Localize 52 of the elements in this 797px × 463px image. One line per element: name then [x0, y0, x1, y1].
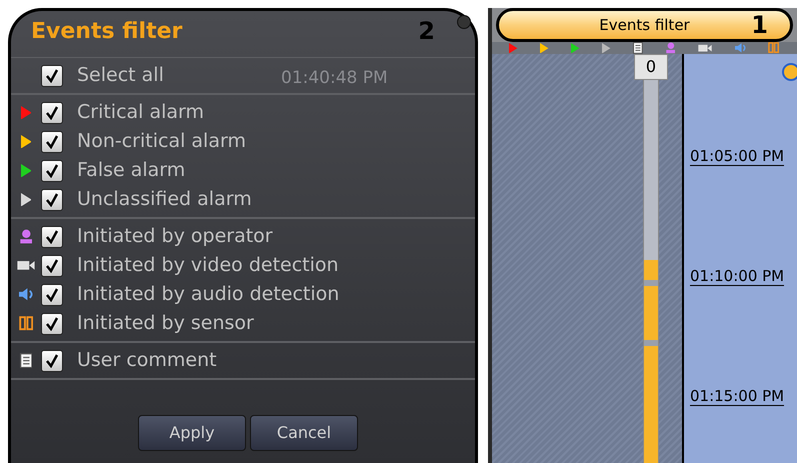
filter-label: Unclassified alarm [77, 187, 252, 212]
checkmark-icon [45, 316, 59, 330]
filter-label: False alarm [77, 158, 186, 184]
filter-label: Critical alarm [77, 100, 204, 126]
checkmark-icon [45, 288, 59, 302]
filter-label: Initiated by operator [77, 224, 273, 250]
callout-number: 2 [418, 16, 435, 47]
callout-number: 1 [751, 13, 768, 37]
checkbox[interactable] [41, 188, 63, 210]
checkbox[interactable] [41, 254, 63, 276]
checkbox[interactable] [41, 284, 63, 306]
speaker-icon [18, 288, 34, 301]
camera-icon [698, 44, 712, 52]
filter-label: Initiated by video detection [77, 253, 339, 278]
checkbox[interactable] [41, 350, 63, 372]
speaker-icon [734, 43, 746, 53]
checkbox[interactable] [41, 64, 63, 86]
time-label: 01:10:00 PM [690, 266, 784, 286]
sensor-icon [18, 316, 34, 331]
checkbox[interactable] [41, 312, 63, 334]
events-filter-button[interactable]: Events filter 1 [496, 8, 793, 42]
checkbox[interactable] [41, 226, 63, 248]
checkmark-icon [45, 106, 59, 120]
checkbox[interactable] [41, 130, 63, 152]
checkmark-icon [45, 230, 59, 244]
dialog-button[interactable]: Cancel [250, 415, 358, 451]
checkmark-icon [45, 354, 59, 368]
person-icon [20, 229, 32, 244]
close-icon[interactable] [457, 15, 471, 29]
counter-label: 0 [634, 54, 668, 80]
document-icon [633, 42, 644, 54]
camera-icon [17, 260, 35, 271]
checkmark-icon [45, 134, 59, 148]
checkmark-icon [45, 68, 59, 82]
person-icon [666, 42, 676, 54]
checkmark-icon [45, 192, 59, 206]
filter-label: Non-critical alarm [77, 129, 246, 154]
document-icon [20, 352, 32, 368]
filter-label: User comment [77, 348, 217, 374]
dialog-button[interactable]: Apply [138, 415, 246, 451]
filter-label: Initiated by sensor [77, 311, 254, 336]
checkbox[interactable] [41, 160, 63, 182]
checkmark-icon [45, 258, 59, 272]
dialog-title: Events filter [31, 18, 182, 46]
sensor-icon [768, 42, 780, 54]
filter-label: Initiated by audio detection [77, 282, 340, 308]
background-time: 01:40:48 PM [281, 67, 388, 90]
filter-label: Select all [77, 63, 164, 88]
checkbox[interactable] [41, 102, 63, 124]
time-label: 01:15:00 PM [690, 386, 784, 406]
checkmark-icon [45, 164, 59, 178]
time-label: 01:05:00 PM [690, 146, 784, 166]
